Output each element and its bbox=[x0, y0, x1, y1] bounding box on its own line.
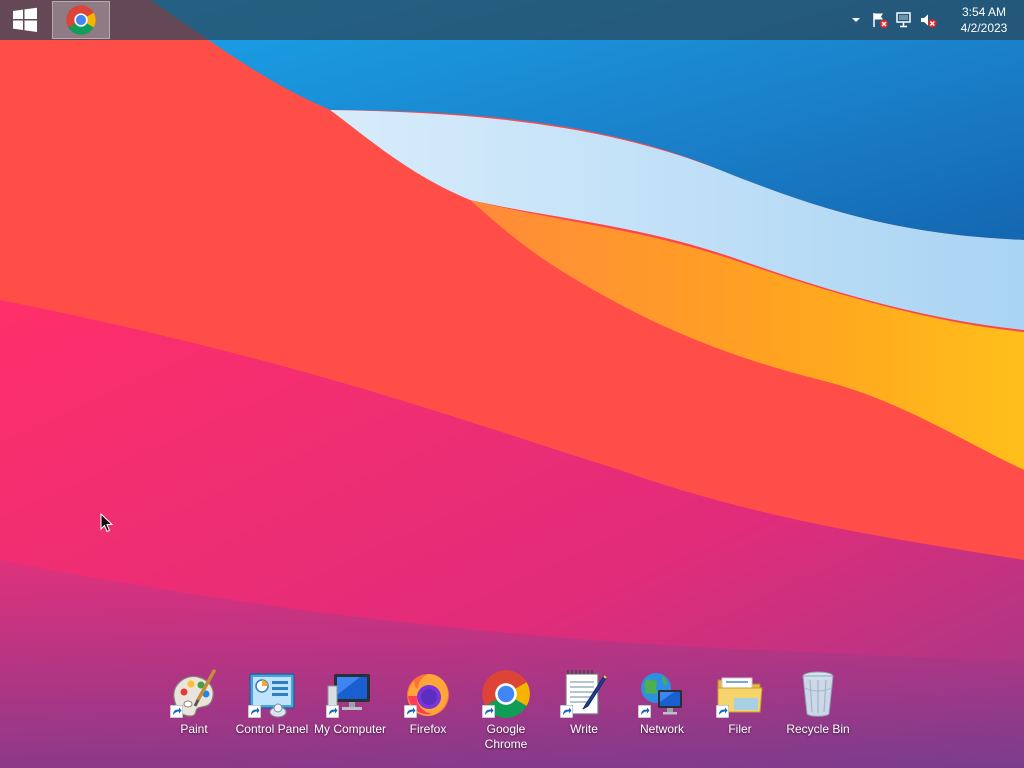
desktop-icon-label: Paint bbox=[180, 722, 208, 736]
desktop-icon-label: My Computer bbox=[313, 722, 387, 736]
desktop-icon-label: Write bbox=[570, 722, 598, 736]
desktop-icon-label: Recycle Bin bbox=[786, 722, 850, 736]
desktop-icon-label: Control Panel bbox=[235, 722, 309, 736]
desktop-icon-label: Firefox bbox=[409, 722, 447, 736]
desktop-icon-write[interactable]: Write bbox=[545, 668, 623, 737]
shortcut-arrow-icon bbox=[716, 705, 729, 718]
shortcut-arrow-icon bbox=[248, 705, 261, 718]
recycle-bin-icon bbox=[802, 671, 834, 717]
desktop-icon-area: Paint Control Panel My Computer Firefox … bbox=[0, 0, 1024, 768]
shortcut-arrow-icon bbox=[482, 705, 495, 718]
desktop-icon-recycle-bin[interactable]: Recycle Bin bbox=[779, 668, 857, 737]
desktop-icon-network[interactable]: Network bbox=[623, 668, 701, 737]
desktop-icon-my-computer[interactable]: My Computer bbox=[311, 668, 389, 737]
shortcut-arrow-icon bbox=[560, 705, 573, 718]
mouse-cursor-icon bbox=[100, 513, 114, 533]
shortcut-arrow-icon bbox=[638, 705, 651, 718]
shortcut-arrow-icon bbox=[326, 705, 339, 718]
desktop-icon-filer[interactable]: Filer bbox=[701, 668, 779, 737]
desktop-icon-firefox[interactable]: Firefox bbox=[389, 668, 467, 737]
desktop-icon-google-chrome[interactable]: Google Chrome bbox=[467, 668, 545, 752]
shortcut-arrow-icon bbox=[170, 705, 183, 718]
desktop-icon-control-panel[interactable]: Control Panel bbox=[233, 668, 311, 737]
shortcut-arrow-icon bbox=[404, 705, 417, 718]
desktop-icon-label: Network bbox=[639, 722, 684, 736]
desktop-icon-label: Filer bbox=[728, 722, 752, 736]
desktop-icon-label: Google Chrome bbox=[484, 722, 528, 751]
desktop[interactable]: 3:54 AM 4/2/2023 Paint Control Panel My … bbox=[0, 0, 1024, 768]
desktop-icon-paint[interactable]: Paint bbox=[155, 668, 233, 737]
